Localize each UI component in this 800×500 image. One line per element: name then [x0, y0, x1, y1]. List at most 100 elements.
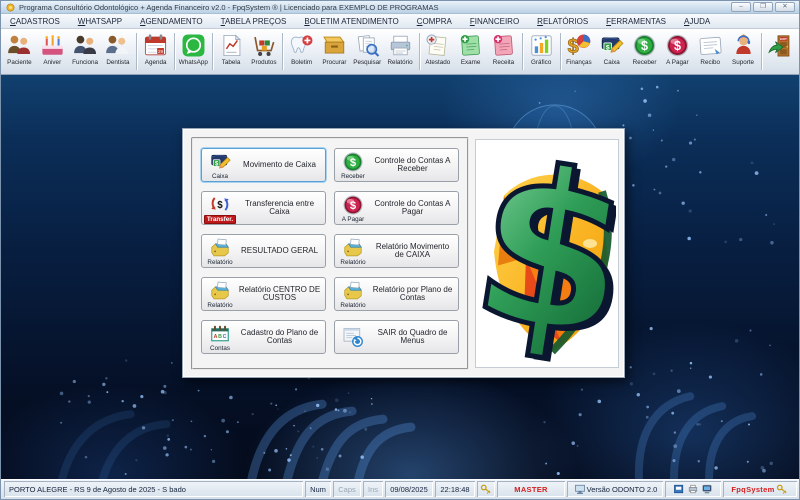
menu-whatsapp[interactable]: WHATSAPP — [69, 16, 131, 27]
pesquisar-icon — [354, 32, 381, 59]
toolbar-button-label: Tabela — [222, 59, 241, 66]
panel-button-label: Transferencia entre Caixa — [236, 200, 323, 217]
panel-button-label: Cadastro do Plano de Contas — [236, 329, 323, 346]
toolbar-grafico[interactable]: Gráfico — [525, 30, 558, 73]
suporte-icon — [730, 32, 757, 59]
toolbar-boletim[interactable]: Boletim — [285, 30, 318, 73]
menu-boletim-atendimento[interactable]: BOLETIM ATENDIMENTO — [295, 16, 407, 27]
panel-button-transferencia-entre-caixa[interactable]: $Transfer.Transferencia entre Caixa — [201, 191, 326, 225]
toolbar-receita[interactable]: Receita — [487, 30, 520, 73]
toolbar-separator — [212, 33, 213, 70]
panel-button-caption: Relatório — [207, 259, 232, 266]
toolbar-recibo[interactable]: Recibo — [694, 30, 727, 73]
svg-text:$: $ — [674, 39, 681, 53]
contas-icon: ABC — [208, 322, 232, 346]
toolbar-suporte[interactable]: Suporte — [727, 30, 760, 73]
status-tools — [665, 481, 721, 497]
menu-compra[interactable]: COMPRA — [408, 16, 461, 27]
svg-text:$: $ — [478, 143, 616, 364]
toolbar-tabela[interactable]: Tabela — [215, 30, 248, 73]
atestado-icon — [424, 32, 451, 59]
financas-icon: $ — [565, 32, 592, 59]
receber-icon: $ — [341, 150, 365, 174]
app-icon — [6, 3, 15, 12]
panel-button-cadastro-do-plano-de-contas[interactable]: ABCContasCadastro do Plano de Contas — [201, 320, 326, 354]
panel-button-relatorio-centro-de-custos[interactable]: RelatórioRelatório CENTRO DE CUSTOS — [201, 277, 326, 311]
menu-financeiro[interactable]: FINANCEIRO — [461, 16, 528, 27]
toolbar-button-label: Pesquisar — [353, 59, 381, 66]
panel-button-resultado-geral[interactable]: Relatório RESULTADO GERAL — [201, 234, 326, 268]
toolbar-button-label: Gráfico — [531, 59, 551, 66]
toolbar-separator — [560, 33, 561, 70]
toolbar-receber[interactable]: $Receber — [628, 30, 661, 73]
toolbar-button-label: Finanças — [566, 59, 592, 66]
printer-icon — [208, 236, 232, 260]
toolbar-button-label: Boletim — [291, 59, 312, 66]
toolbar-button-label: Atestado — [425, 59, 450, 66]
aniver-icon — [39, 32, 66, 59]
status-version: Versão ODONTO 2.0 — [567, 481, 663, 497]
svg-text:$: $ — [217, 200, 223, 211]
panel-button-relatorio-movimento-de-caixa[interactable]: RelatórioRelatório Movimento de CAIXA — [334, 234, 459, 268]
svg-text:C: C — [223, 334, 227, 340]
menu-cadastros[interactable]: CADASTROS — [1, 16, 69, 27]
close-button[interactable]: ✕ — [775, 2, 795, 12]
menu-buttons-frame: $CaixaMovimento de Caixa$ReceberControle… — [191, 137, 469, 370]
toolbar-aniver[interactable]: Aniver — [36, 30, 69, 73]
toolbar-separator — [282, 33, 283, 70]
toolbar-button-label: Receber — [633, 59, 657, 66]
menu-ajuda[interactable]: AJUDA — [675, 16, 719, 27]
toolbar-button-label: Suporte — [732, 59, 754, 66]
receita-icon — [490, 32, 517, 59]
panel-button-caption: Receber — [341, 173, 365, 180]
toolbar-separator — [522, 33, 523, 70]
toolbar-atestado[interactable]: Atestado — [421, 30, 454, 73]
keys-icon — [479, 483, 493, 495]
panel-button-caption: Relatório — [207, 302, 232, 309]
notebook-icon — [672, 483, 686, 495]
toolbar-relatorio[interactable]: Relatório — [384, 30, 417, 73]
svg-text:29: 29 — [158, 49, 164, 54]
dollar-shield-image: $ $ — [475, 139, 619, 368]
printer-tb-icon — [387, 32, 414, 59]
menu-ferramentas[interactable]: FERRAMENTAS — [597, 16, 675, 27]
toolbar-produtos[interactable]: Produtos — [247, 30, 280, 73]
menu-relatorios[interactable]: RELATÓRIOS — [528, 16, 597, 27]
menu-tabela-precos[interactable]: TABELA PREÇOS — [212, 16, 296, 27]
panel-button-relatorio-por-plano-de-contas[interactable]: RelatórioRelatório por Plano de Contas — [334, 277, 459, 311]
toolbar: PacienteAniverFuncionaDentista29AgendaWh… — [1, 29, 799, 75]
client-area: $CaixaMovimento de Caixa$ReceberControle… — [1, 75, 799, 479]
panel-button-sair-do-quadro-de-menus[interactable]: SAIR do Quadro de Menus — [334, 320, 459, 354]
toolbar-button-label: Relatório — [387, 59, 412, 66]
panel-button-controle-do-contas-a-receber[interactable]: $ReceberControle do Contas A Receber — [334, 148, 459, 182]
toolbar-whatsapp[interactable]: WhatsApp — [177, 30, 210, 73]
toolbar-exame[interactable]: Exame — [454, 30, 487, 73]
toolbar-separator — [419, 33, 420, 70]
toolbar-procurar[interactable]: Procurar — [318, 30, 351, 73]
caixa-icon: $ — [208, 150, 232, 174]
minimize-button[interactable]: – — [731, 2, 751, 12]
menu-agendamento[interactable]: AGENDAMENTO — [131, 16, 212, 27]
panel-button-controle-do-contas-a-pagar[interactable]: $A PagarControle do Contas A Pagar — [334, 191, 459, 225]
boletim-icon — [288, 32, 315, 59]
status-brand: FpqSystem — [723, 481, 797, 497]
toolbar-financas[interactable]: $Finanças — [562, 30, 595, 73]
status-keys1 — [477, 481, 495, 497]
dentista-icon — [104, 32, 131, 59]
panel-button-label: RESULTADO GERAL — [236, 247, 323, 255]
toolbar-caixa[interactable]: $Caixa — [595, 30, 628, 73]
toolbar-paciente[interactable]: Paciente — [3, 30, 36, 73]
toolbar-dentista[interactable]: Dentista — [101, 30, 134, 73]
toolbar-button-label: Caixa — [604, 59, 620, 66]
toolbar-button-label: Recibo — [700, 59, 720, 66]
keys-icon — [775, 483, 789, 495]
toolbar-separator — [761, 33, 762, 70]
toolbar-a-pagar[interactable]: $A Pagar — [661, 30, 694, 73]
maximize-button[interactable]: ❐ — [753, 2, 773, 12]
toolbar-agenda[interactable]: 29Agenda — [139, 30, 172, 73]
toolbar-funciona[interactable]: Funciona — [69, 30, 102, 73]
toolbar-button-label: Funciona — [72, 59, 98, 66]
toolbar-pesquisar[interactable]: Pesquisar — [351, 30, 384, 73]
panel-button-movimento-de-caixa[interactable]: $CaixaMovimento de Caixa — [201, 148, 326, 182]
toolbar-sair-sistema[interactable]: EXIT — [764, 30, 797, 73]
